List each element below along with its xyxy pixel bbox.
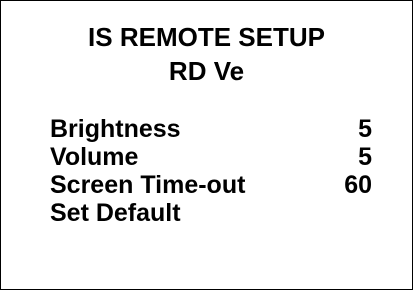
page-title: IS REMOTE SETUP (88, 22, 325, 52)
menu-item-label: Volume (50, 143, 139, 171)
menu-item-label: Brightness (50, 115, 181, 143)
menu-item-value: 60 (344, 171, 372, 199)
menu-item-label: Set Default (50, 199, 181, 227)
menu-item-value: 5 (358, 143, 372, 171)
page-subtitle: RD Ve (168, 56, 245, 86)
menu-item-value: 5 (358, 115, 372, 143)
menu-item-screen-timeout[interactable]: Screen Time-out 60 (50, 171, 372, 199)
settings-menu: Brightness 5 Volume 5 Screen Time-out 60… (50, 115, 372, 227)
menu-item-volume[interactable]: Volume 5 (50, 143, 372, 171)
menu-item-label: Screen Time-out (50, 171, 246, 199)
menu-item-brightness[interactable]: Brightness 5 (50, 115, 372, 143)
remote-setup-screen: IS REMOTE SETUP RD Ve Brightness 5 Volum… (0, 0, 413, 290)
menu-item-set-default[interactable]: Set Default (50, 199, 372, 227)
